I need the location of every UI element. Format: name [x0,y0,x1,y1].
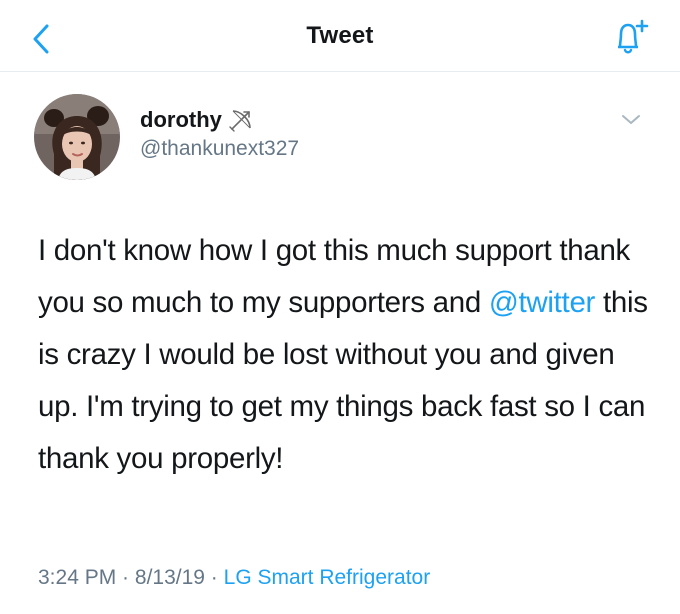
author-handle[interactable]: @thankunext327 [140,137,299,161]
avatar-image [34,94,120,180]
tweet-time[interactable]: 3:24 PM [38,566,116,589]
tweet-source-link[interactable]: LG Smart Refrigerator [224,566,431,589]
display-name-text: dorothy [140,107,222,132]
bell-plus-icon [618,19,649,54]
chevron-down-icon [622,115,640,124]
notification-button[interactable] [608,16,652,56]
separator: · [116,566,135,589]
tweet-text: I don't know how I got this much support… [38,225,658,485]
author-name[interactable]: dorothy [140,107,254,133]
page-title: Tweet [306,22,374,49]
bow-and-arrow-icon [229,110,251,132]
separator: · [204,566,224,589]
mention-link[interactable]: @twitter [489,286,596,319]
top-bar: Tweet [0,0,680,72]
avatar[interactable] [34,94,120,180]
more-options-button[interactable] [620,110,642,128]
tweet-meta: 3:24 PM · 8/13/19 · LG Smart Refrigerato… [38,566,430,590]
tweet-date[interactable]: 8/13/19 [135,566,205,589]
